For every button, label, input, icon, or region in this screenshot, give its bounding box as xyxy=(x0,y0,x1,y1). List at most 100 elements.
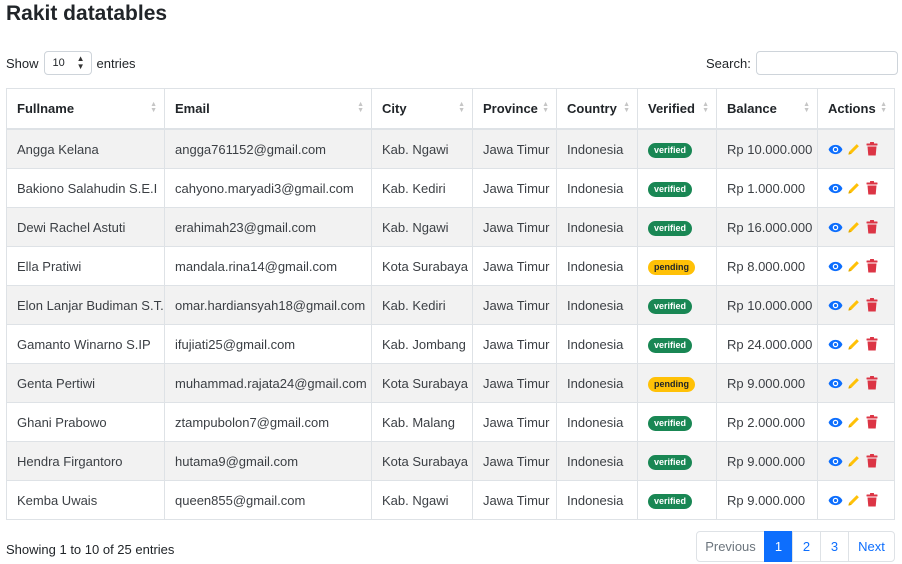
cell-fullname: Hendra Firgantoro xyxy=(6,441,165,481)
table-header-row: Fullname ▲ ▼ Email ▲ ▼ City ▲ ▼ Province ▲ ▼ Country… xyxy=(6,88,895,130)
pencil-icon[interactable] xyxy=(846,337,861,352)
status-badge: verified xyxy=(648,181,693,197)
pencil-icon[interactable] xyxy=(846,454,861,469)
column-header-label: Fullname xyxy=(17,101,75,116)
column-header-email[interactable]: Email ▲ ▼ xyxy=(164,88,372,130)
column-header-label: Actions xyxy=(828,101,876,116)
eye-icon[interactable] xyxy=(828,376,843,391)
eye-icon[interactable] xyxy=(828,454,843,469)
cell-verified: verified xyxy=(637,441,717,481)
trash-icon[interactable] xyxy=(864,298,879,313)
sort-caret-icon: ▲ ▼ xyxy=(76,54,85,71)
table-body: Angga Kelana angga761152@gmail.com Kab. Ng… xyxy=(6,128,895,520)
cell-actions xyxy=(817,324,895,364)
next-page-button[interactable]: Next xyxy=(848,531,895,562)
cell-country: Indonesia xyxy=(556,128,638,169)
cell-city: Kab. Ngawi xyxy=(371,480,473,520)
cell-city: Kab. Ngawi xyxy=(371,207,473,247)
cell-balance: Rp 2.000.000 xyxy=(716,402,818,442)
cell-balance: Rp 9.000.000 xyxy=(716,441,818,481)
cell-city: Kota Surabaya xyxy=(371,363,473,403)
eye-icon[interactable] xyxy=(828,220,843,235)
cell-country: Indonesia xyxy=(556,480,638,520)
column-header-city[interactable]: City ▲ ▼ xyxy=(371,88,473,130)
pencil-icon[interactable] xyxy=(846,415,861,430)
cell-email: cahyono.maryadi3@gmail.com xyxy=(164,168,372,208)
sort-arrows-icon: ▲ ▼ xyxy=(803,101,810,114)
column-header-province[interactable]: Province ▲ ▼ xyxy=(472,88,557,130)
table-row: Ella Pratiwi mandala.rina14@gmail.com Kota… xyxy=(6,246,895,286)
entries-select[interactable]: 10 ▲ ▼ xyxy=(43,51,92,75)
pencil-icon[interactable] xyxy=(846,259,861,274)
table-row: Elon Lanjar Budiman S.T. omar.hardiansyah… xyxy=(6,285,895,325)
cell-city: Kab. Kediri xyxy=(371,285,473,325)
pencil-icon[interactable] xyxy=(846,220,861,235)
trash-icon[interactable] xyxy=(864,415,879,430)
column-header-actions[interactable]: Actions ▲ ▼ xyxy=(817,88,895,130)
row-actions xyxy=(828,415,884,430)
cell-email: ifujiati25@gmail.com xyxy=(164,324,372,364)
cell-actions xyxy=(817,246,895,286)
row-actions xyxy=(828,337,884,352)
cell-verified: verified xyxy=(637,128,717,169)
status-badge: verified xyxy=(648,493,693,509)
eye-icon[interactable] xyxy=(828,298,843,313)
eye-icon[interactable] xyxy=(828,142,843,157)
cell-actions xyxy=(817,128,895,169)
cell-province: Jawa Timur xyxy=(472,128,557,169)
row-actions xyxy=(828,142,884,157)
cell-country: Indonesia xyxy=(556,246,638,286)
eye-icon[interactable] xyxy=(828,415,843,430)
eye-icon[interactable] xyxy=(828,493,843,508)
cell-city: Kab. Malang xyxy=(371,402,473,442)
column-header-fullname[interactable]: Fullname ▲ ▼ xyxy=(6,88,165,130)
cell-country: Indonesia xyxy=(556,168,638,208)
row-actions xyxy=(828,298,884,313)
eye-icon[interactable] xyxy=(828,181,843,196)
pagination: Previous 1 2 3 Next xyxy=(696,531,895,562)
cell-email: angga761152@gmail.com xyxy=(164,128,372,169)
pencil-icon[interactable] xyxy=(846,376,861,391)
pencil-icon[interactable] xyxy=(846,493,861,508)
cell-country: Indonesia xyxy=(556,441,638,481)
page-1-button[interactable]: 1 xyxy=(764,531,793,562)
cell-fullname: Angga Kelana xyxy=(6,128,165,169)
trash-icon[interactable] xyxy=(864,454,879,469)
cell-province: Jawa Timur xyxy=(472,363,557,403)
trash-icon[interactable] xyxy=(864,142,879,157)
trash-icon[interactable] xyxy=(864,181,879,196)
cell-verified: verified xyxy=(637,402,717,442)
column-header-balance[interactable]: Balance ▲ ▼ xyxy=(716,88,818,130)
cell-province: Jawa Timur xyxy=(472,402,557,442)
status-badge: verified xyxy=(648,337,693,353)
table-row: Hendra Firgantoro hutama9@gmail.com Kota S… xyxy=(6,441,895,481)
cell-fullname: Bakiono Salahudin S.E.I xyxy=(6,168,165,208)
pencil-icon[interactable] xyxy=(846,142,861,157)
status-badge: verified xyxy=(648,298,693,314)
column-header-country[interactable]: Country ▲ ▼ xyxy=(556,88,638,130)
cell-actions xyxy=(817,480,895,520)
table-row: Genta Pertiwi muhammad.rajata24@gmail.com… xyxy=(6,363,895,403)
page-2-button[interactable]: 2 xyxy=(792,531,821,562)
column-header-verified[interactable]: Verified ▲ ▼ xyxy=(637,88,717,130)
status-badge: verified xyxy=(648,142,693,158)
trash-icon[interactable] xyxy=(864,493,879,508)
search-input[interactable] xyxy=(755,51,898,75)
trash-icon[interactable] xyxy=(864,376,879,391)
eye-icon[interactable] xyxy=(828,337,843,352)
trash-icon[interactable] xyxy=(864,220,879,235)
page-3-button[interactable]: 3 xyxy=(820,531,849,562)
pencil-icon[interactable] xyxy=(846,181,861,196)
eye-icon[interactable] xyxy=(828,259,843,274)
trash-icon[interactable] xyxy=(864,259,879,274)
table-row: Gamanto Winarno S.IP ifujiati25@gmail.com… xyxy=(6,324,895,364)
previous-page-button[interactable]: Previous xyxy=(696,531,765,562)
cell-city: Kota Surabaya xyxy=(371,246,473,286)
cell-fullname: Kemba Uwais xyxy=(6,480,165,520)
trash-icon[interactable] xyxy=(864,337,879,352)
cell-fullname: Dewi Rachel Astuti xyxy=(6,207,165,247)
data-table: Fullname ▲ ▼ Email ▲ ▼ City ▲ ▼ Province ▲ ▼ Country… xyxy=(6,88,895,520)
sort-arrows-icon: ▲ ▼ xyxy=(880,101,887,114)
pencil-icon[interactable] xyxy=(846,298,861,313)
cell-country: Indonesia xyxy=(556,324,638,364)
